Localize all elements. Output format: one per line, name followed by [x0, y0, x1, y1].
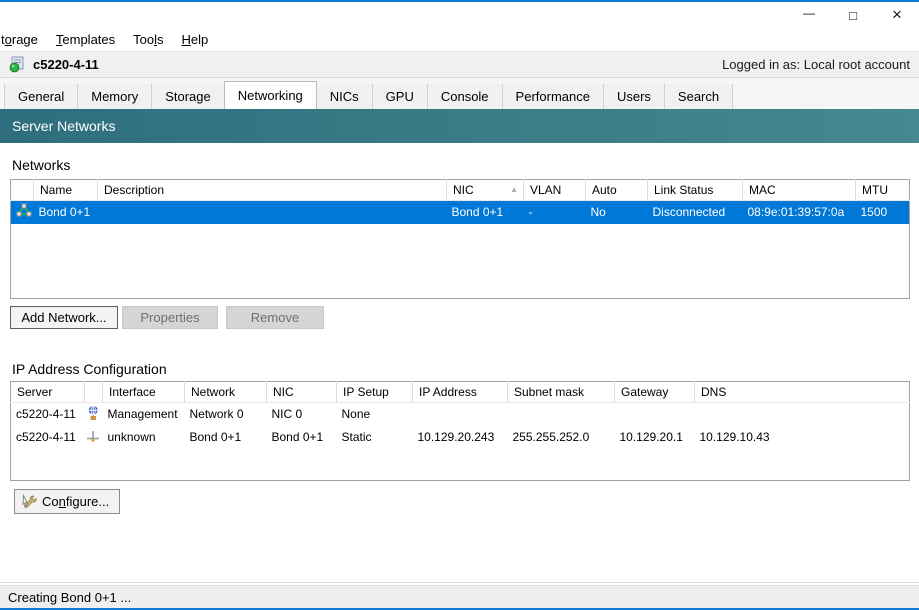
col-interface-icon-header	[85, 382, 103, 403]
remove-button[interactable]: Remove	[226, 306, 324, 329]
network-name: Bond 0+1	[34, 201, 98, 224]
menu-item-help[interactable]: Help	[173, 32, 218, 47]
tab-networking[interactable]: Networking	[224, 81, 317, 109]
network-link-status: Disconnected	[648, 201, 743, 224]
col-gateway-header[interactable]: Gateway	[615, 382, 695, 403]
ip-gateway: 10.129.20.1	[615, 426, 695, 449]
network-mac: 08:9e:01:39:57:0a	[743, 201, 856, 224]
title-bar: — □ ×	[0, 2, 919, 28]
col-subnet-header[interactable]: Subnet mask	[508, 382, 615, 403]
col-ipsetup-header[interactable]: IP Setup	[337, 382, 413, 403]
ip-config-table-empty-area	[11, 449, 910, 481]
close-button[interactable]: ×	[875, 2, 919, 28]
close-icon: ×	[892, 5, 902, 25]
col-interface-header[interactable]: Interface	[103, 382, 185, 403]
ip-address	[413, 403, 508, 426]
menu-item-tools[interactable]: Tools	[124, 32, 172, 47]
minimize-icon: —	[803, 6, 815, 20]
col-ipaddress-header[interactable]: IP Address	[413, 382, 508, 403]
logged-in-as: Logged in as: Local root account	[722, 57, 910, 72]
sort-ascending-icon: ▲	[510, 185, 518, 194]
minimize-button[interactable]: —	[787, 2, 831, 28]
server-status-icon	[8, 56, 25, 73]
ip-nic: Bond 0+1	[267, 426, 337, 449]
ip-subnet-mask: 255.255.252.0	[508, 426, 615, 449]
ip-server: c5220-4-11	[11, 403, 85, 426]
network-mtu: 1500	[856, 201, 910, 224]
network-vlan: -	[524, 201, 586, 224]
ip-nic: NIC 0	[267, 403, 337, 426]
server-name: c5220-4-11	[33, 57, 99, 72]
tab-search[interactable]: Search	[665, 84, 733, 109]
status-text: Creating Bond 0+1 ...	[8, 590, 131, 605]
col-server-header[interactable]: Server	[11, 382, 85, 403]
ip-network: Network 0	[185, 403, 267, 426]
ip-interface: Management	[103, 403, 185, 426]
menu-item-templates[interactable]: Templates	[47, 32, 124, 47]
unknown-interface-icon	[85, 428, 101, 447]
ip-server: c5220-4-11	[11, 426, 85, 449]
ip-network: Bond 0+1	[185, 426, 267, 449]
networks-table-header: Name Description NIC▲ VLAN Auto Link Sta…	[11, 180, 910, 201]
networks-section-title: Networks	[12, 157, 909, 173]
ip-row-unknown[interactable]: c5220-4-11 unknown Bond 0+1 Bond 0+1	[11, 426, 910, 449]
ip-config-section-title: IP Address Configuration	[12, 361, 909, 377]
col-auto-header[interactable]: Auto	[586, 180, 648, 201]
col-vlan-header[interactable]: VLAN	[524, 180, 586, 201]
network-description	[98, 201, 447, 224]
section-banner: Server Networks	[0, 109, 919, 143]
networking-tab-content: Networks Name Description NIC▲ VLAN Auto…	[0, 143, 919, 582]
ip-setup: Static	[337, 426, 413, 449]
tab-console[interactable]: Console	[428, 84, 503, 109]
col-mac-header[interactable]: MAC	[743, 180, 856, 201]
maximize-button[interactable]: □	[831, 2, 875, 28]
ip-gateway	[615, 403, 695, 426]
tab-users[interactable]: Users	[604, 84, 665, 109]
tab-storage[interactable]: Storage	[152, 84, 225, 109]
networks-button-row: Add Network... Properties Remove	[10, 306, 909, 329]
add-network-button[interactable]: Add Network...	[10, 306, 118, 329]
menu-item-storage[interactable]: torage	[0, 32, 47, 47]
network-row-bond[interactable]: Bond 0+1 Bond 0+1 - No Disconnected 08:9…	[11, 201, 910, 224]
server-bar: c5220-4-11 Logged in as: Local root acco…	[0, 52, 919, 78]
menu-bar: torage Templates Tools Help	[0, 28, 919, 52]
ip-address: 10.129.20.243	[413, 426, 508, 449]
networks-table-empty-area	[11, 224, 910, 299]
ip-interface: unknown	[103, 426, 185, 449]
maximize-icon: □	[849, 8, 857, 23]
status-bar: Creating Bond 0+1 ...	[0, 586, 919, 610]
configure-button[interactable]: Configure...	[14, 489, 120, 514]
configure-icon	[21, 494, 42, 510]
col-dns-header[interactable]: DNS	[695, 382, 910, 403]
tab-performance[interactable]: Performance	[503, 84, 604, 109]
networks-table: Name Description NIC▲ VLAN Auto Link Sta…	[10, 179, 910, 299]
ip-row-management[interactable]: c5220-4-11 Management	[11, 403, 910, 426]
tab-general[interactable]: General	[4, 84, 78, 109]
ip-config-table-header: Server Interface Network NIC IP Setup IP…	[11, 382, 910, 403]
col-name-header[interactable]: Name	[34, 180, 98, 201]
col-icon-header	[11, 180, 34, 201]
tab-nics[interactable]: NICs	[317, 84, 373, 109]
management-interface-icon	[85, 405, 101, 424]
tab-strip: General Memory Storage Networking NICs G…	[0, 78, 919, 109]
network-nic: Bond 0+1	[447, 201, 524, 224]
properties-button[interactable]: Properties	[122, 306, 218, 329]
col-ip-nic-header[interactable]: NIC	[267, 382, 337, 403]
application-window: — □ × torage Templates Tools Help c5220-…	[0, 0, 919, 610]
banner-title: Server Networks	[12, 118, 115, 134]
tab-memory[interactable]: Memory	[78, 84, 152, 109]
col-linkstatus-header[interactable]: Link Status	[648, 180, 743, 201]
ip-config-table: Server Interface Network NIC IP Setup IP…	[10, 381, 910, 481]
col-nic-header[interactable]: NIC▲	[447, 180, 524, 201]
bond-network-icon	[16, 203, 32, 221]
ip-dns	[695, 403, 910, 426]
col-mtu-header[interactable]: MTU	[856, 180, 910, 201]
col-network-header[interactable]: Network	[185, 382, 267, 403]
col-description-header[interactable]: Description	[98, 180, 447, 201]
tab-gpu[interactable]: GPU	[373, 84, 428, 109]
ip-dns: 10.129.10.43	[695, 426, 910, 449]
network-auto: No	[586, 201, 648, 224]
ip-subnet-mask	[508, 403, 615, 426]
ip-setup: None	[337, 403, 413, 426]
